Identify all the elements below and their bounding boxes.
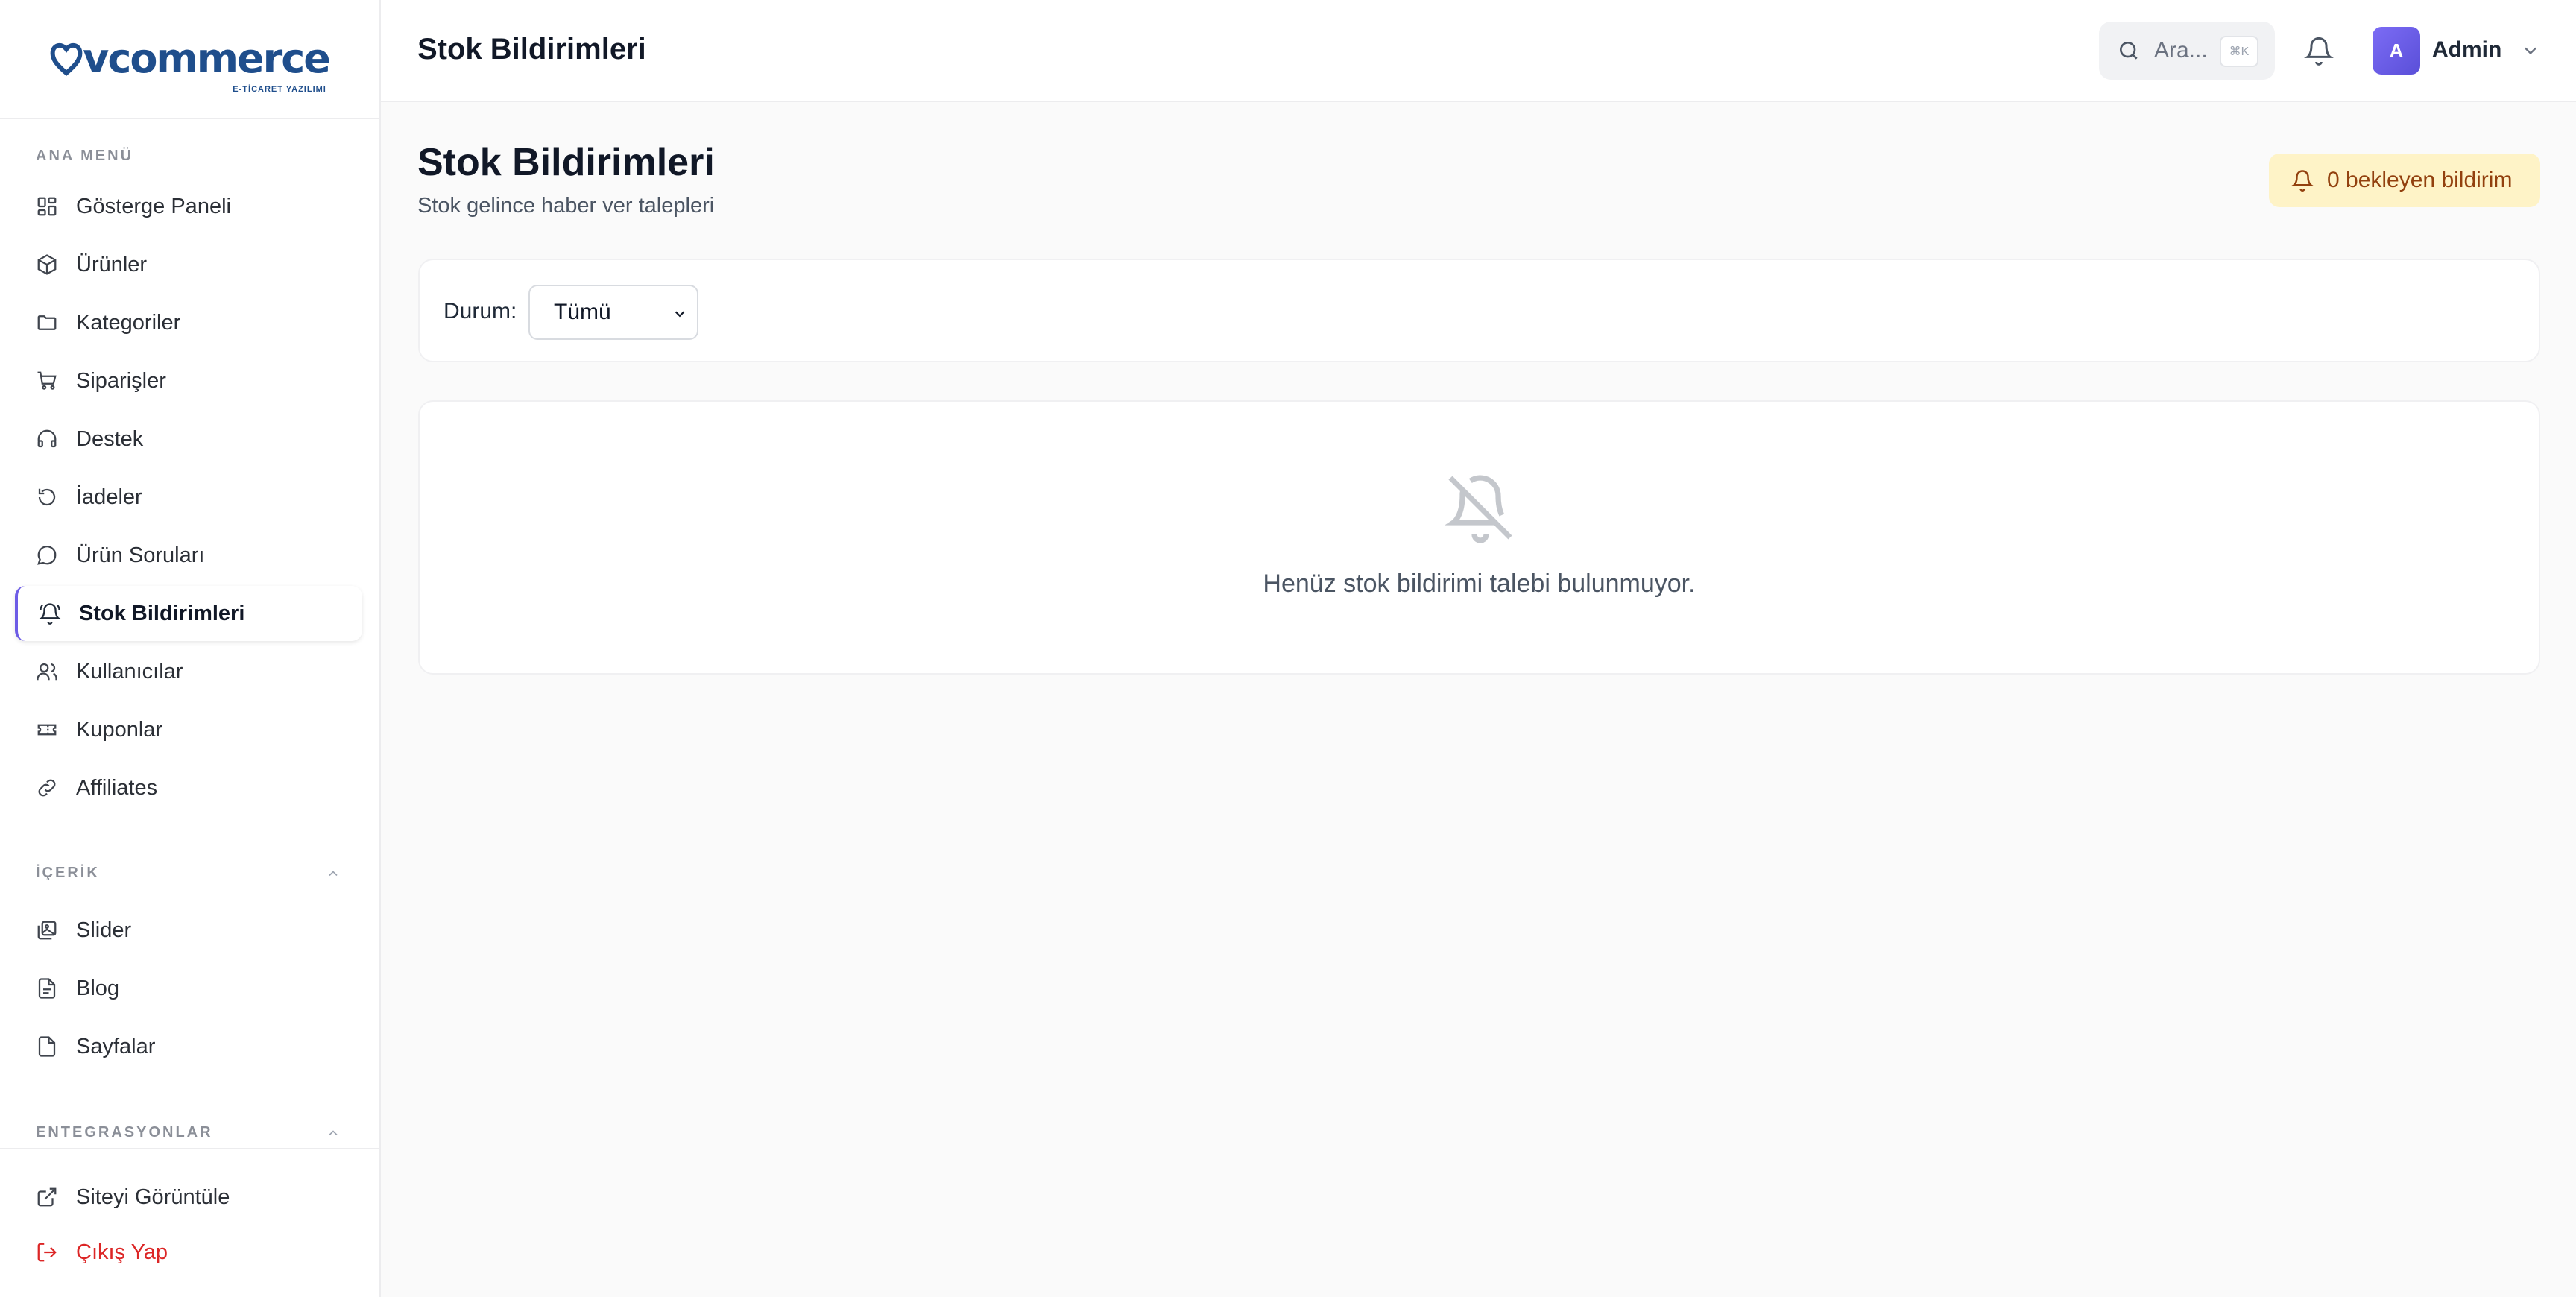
sidebar-item-label: Kategoriler [76, 310, 181, 335]
sidebar-item-dashboard[interactable]: Gösterge Paneli [15, 179, 362, 234]
sidebar-footer: Siteyi Görüntüle Çıkış Yap [0, 1148, 379, 1297]
sidebar-item-label: Kuponlar [76, 717, 163, 742]
status-filter-label: Durum: [443, 299, 517, 324]
images-icon [37, 921, 57, 940]
sidebar-item-categories[interactable]: Kategoriler [15, 295, 362, 350]
sidebar-item-users[interactable]: Kullanıcılar [15, 644, 362, 699]
sidebar-item-label: Slider [76, 918, 132, 942]
search-icon [2120, 42, 2138, 60]
view-site-link[interactable]: Siteyi Görüntüle [15, 1170, 362, 1225]
user-avatar[interactable]: A [2373, 27, 2420, 75]
logo-text: vcommerce [83, 35, 331, 82]
notifications-bell-icon[interactable] [2304, 36, 2334, 66]
bell-ring-icon [39, 603, 61, 625]
search-placeholder: Ara... [2154, 38, 2208, 63]
sidebar-item-label: Affiliates [76, 775, 158, 800]
cart-icon [37, 371, 57, 390]
external-link-icon [37, 1187, 57, 1207]
status-filter-value: Tümü [554, 300, 611, 324]
sidebar-item-blog[interactable]: Blog [15, 961, 362, 1016]
search-button[interactable]: Ara... ⌘K [2099, 22, 2275, 80]
pending-badge-label: 0 bekleyen bildirim [2327, 168, 2513, 192]
link-icon [38, 779, 56, 797]
sidebar-item-label: Ürünler [76, 252, 148, 277]
section-label-main: ANA MENÜ [36, 148, 134, 164]
empty-state-card: Henüz stok bildirimi talebi bulunmuyor. [418, 400, 2540, 675]
sidebar-item-label: Siparişler [76, 368, 166, 393]
view-site-label: Siteyi Görüntüle [76, 1184, 230, 1209]
sidebar-item-label: Sayfalar [76, 1034, 156, 1058]
ticket-icon [37, 724, 57, 736]
page-title: Stok Bildirimleri [417, 141, 715, 184]
sidebar-item-returns[interactable]: İadeler [15, 470, 362, 525]
folder-icon [37, 315, 57, 330]
sidebar-item-stock-notifications[interactable]: Stok Bildirimleri [15, 586, 362, 641]
chevron-up-icon[interactable] [326, 866, 341, 881]
sidebar-item-label: Blog [76, 976, 120, 1000]
filter-card: Durum: Tümü [418, 259, 2540, 362]
chevron-down-icon [675, 311, 685, 318]
section-label-integrations: ENTEGRASYONLAR [36, 1124, 213, 1140]
sidebar-item-label: Stok Bildirimleri [79, 601, 245, 625]
sidebar-item-coupons[interactable]: Kuponlar [15, 702, 362, 757]
sidebar-item-slider[interactable]: Slider [15, 903, 362, 958]
brand-logo[interactable]: vcommerce E-TİCARET YAZILIMI [50, 35, 331, 94]
file-icon [38, 1036, 56, 1057]
pending-notifications-badge: 0 bekleyen bildirim [2269, 154, 2540, 207]
logout-label: Çıkış Yap [76, 1240, 168, 1264]
sidebar-item-pages[interactable]: Sayfalar [15, 1019, 362, 1074]
logo-heart-icon [50, 43, 83, 76]
message-icon [37, 546, 57, 565]
sidebar: vcommerce E-TİCARET YAZILIMI ANA MENÜ Gö… [0, 0, 381, 1297]
sidebar-item-label: Gösterge Paneli [76, 194, 231, 218]
bell-icon [2291, 170, 2314, 192]
sidebar-item-affiliates[interactable]: Affiliates [15, 760, 362, 815]
sidebar-item-label: Destek [76, 426, 144, 451]
sidebar-item-label: Kullanıcılar [76, 659, 183, 684]
search-shortcut-badge: ⌘K [2220, 36, 2258, 67]
logo-subtitle: E-TİCARET YAZILIMI [233, 85, 326, 94]
headphones-icon [37, 429, 57, 448]
sidebar-item-products[interactable]: Ürünler [15, 237, 362, 292]
logout-button[interactable]: Çıkış Yap [15, 1225, 362, 1280]
sidebar-item-product-questions[interactable]: Ürün Soruları [15, 528, 362, 583]
logo-area: vcommerce E-TİCARET YAZILIMI [0, 0, 379, 119]
file-text-icon [38, 978, 56, 999]
sidebar-item-orders[interactable]: Siparişler [15, 353, 362, 408]
package-icon [37, 254, 57, 275]
chevron-down-icon[interactable] [2520, 40, 2541, 61]
sidebar-item-label: Ürün Soruları [76, 543, 205, 567]
empty-state-message: Henüz stok bildirimi talebi bulunmuyor. [1263, 569, 1696, 598]
sidebar-item-support[interactable]: Destek [15, 411, 362, 467]
header-title: Stok Bildirimleri [417, 33, 646, 66]
page-subtitle: Stok gelince haber ver talepleri [417, 194, 715, 218]
sidebar-item-label: İadeler [76, 485, 142, 509]
bell-off-icon [1445, 475, 1512, 543]
users-icon [37, 663, 57, 681]
user-name[interactable]: Admin [2432, 37, 2501, 63]
section-label-content: İÇERİK [36, 865, 100, 881]
return-icon [38, 488, 56, 506]
dashboard-icon [37, 197, 57, 216]
chevron-up-icon[interactable] [326, 1126, 341, 1140]
top-header: Stok Bildirimleri Ara... ⌘K A Admin [381, 0, 2576, 102]
logout-icon [37, 1243, 57, 1262]
status-filter-select[interactable]: Tümü [528, 285, 698, 340]
